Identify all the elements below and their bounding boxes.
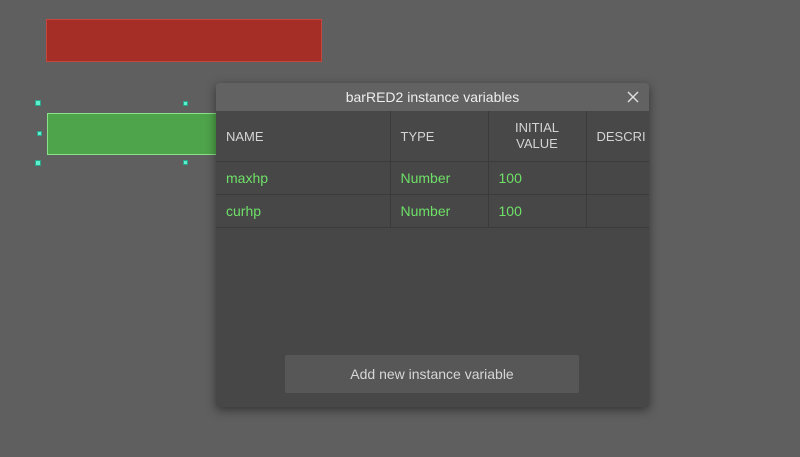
column-header-type[interactable]: TYPE <box>390 111 489 162</box>
dialog-title: barRED2 instance variables <box>345 89 520 105</box>
resize-handle-bottom-left[interactable] <box>35 160 41 166</box>
column-header-description[interactable]: DESCRI <box>586 111 649 162</box>
table-header-row: NAME TYPE INITIAL VALUE DESCRI <box>216 111 649 162</box>
red-bar-object[interactable] <box>46 19 322 62</box>
resize-handle-top-right[interactable] <box>183 101 188 106</box>
column-header-name[interactable]: NAME <box>216 111 391 162</box>
variable-type-cell[interactable]: Number <box>390 194 489 228</box>
variable-name-cell[interactable]: curhp <box>216 194 391 228</box>
resize-handle-left[interactable] <box>37 131 42 136</box>
variable-name-cell[interactable]: maxhp <box>216 161 391 195</box>
table-row[interactable]: curhp Number 100 <box>216 194 649 228</box>
column-header-initial-value[interactable]: INITIAL VALUE <box>488 111 587 162</box>
add-instance-variable-button[interactable]: Add new instance variable <box>285 355 579 393</box>
variables-table: NAME TYPE INITIAL VALUE DESCRI maxhp Num… <box>216 111 649 228</box>
instance-variables-dialog: barRED2 instance variables NAME TYPE INI… <box>216 83 649 407</box>
close-button[interactable] <box>623 87 643 107</box>
resize-handle-bottom-right[interactable] <box>183 160 188 165</box>
green-bar-object[interactable] <box>47 113 222 155</box>
variable-initial-value-cell[interactable]: 100 <box>488 194 587 228</box>
variable-type-cell[interactable]: Number <box>390 161 489 195</box>
variable-description-cell[interactable] <box>586 194 649 228</box>
variable-description-cell[interactable] <box>586 161 649 195</box>
layout-canvas[interactable]: barRED2 instance variables NAME TYPE INI… <box>0 0 800 457</box>
dialog-header: barRED2 instance variables <box>216 83 649 111</box>
close-icon <box>627 91 639 103</box>
resize-handle-top-left[interactable] <box>35 100 41 106</box>
variables-table-container[interactable]: NAME TYPE INITIAL VALUE DESCRI maxhp Num… <box>216 111 649 228</box>
variable-initial-value-cell[interactable]: 100 <box>488 161 587 195</box>
table-row[interactable]: maxhp Number 100 <box>216 161 649 195</box>
